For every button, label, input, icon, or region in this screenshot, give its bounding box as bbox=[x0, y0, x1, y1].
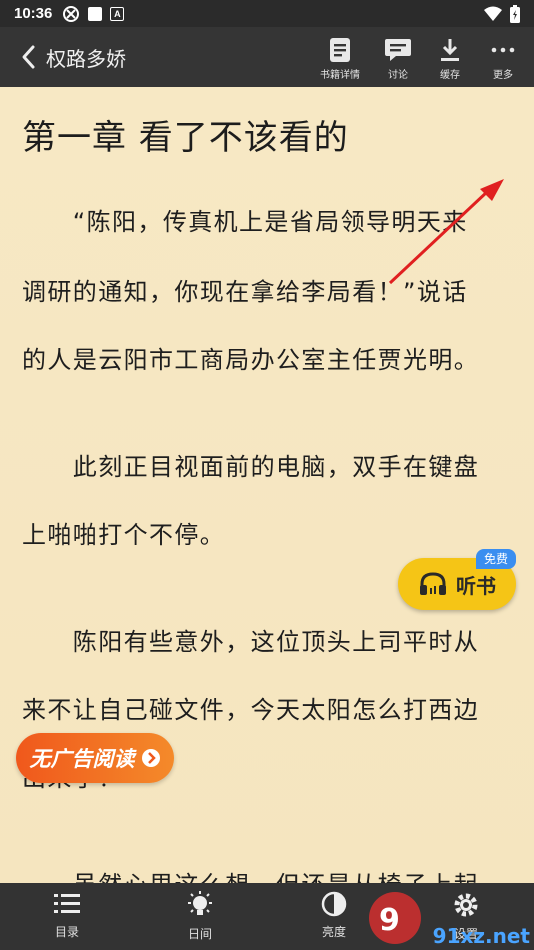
free-badge: 免费 bbox=[476, 549, 516, 569]
book-details-button[interactable]: 书籍详情 bbox=[314, 33, 366, 85]
book-details-label: 书籍详情 bbox=[320, 70, 360, 81]
chapter-title: 第一章 看了不该看的 bbox=[22, 118, 349, 158]
app-a-icon: A bbox=[110, 6, 125, 21]
catalog-label: 目录 bbox=[54, 925, 79, 939]
no-ad-reading-label: 无广告阅读 bbox=[29, 747, 135, 771]
wifi-icon bbox=[484, 6, 502, 21]
more-icon bbox=[491, 47, 515, 53]
text-line: 此刻正目视面前的电脑，双手在键盘 bbox=[22, 453, 480, 481]
bottom-nav: 目录 日间 亮度 设置 9 91xz.net bbox=[0, 883, 534, 950]
discussion-button[interactable]: 讨论 bbox=[372, 33, 424, 85]
brightness-label: 亮度 bbox=[321, 925, 346, 939]
book-details-icon bbox=[330, 38, 350, 62]
svg-text:9: 9 bbox=[379, 903, 400, 938]
back-arrow-icon[interactable] bbox=[18, 43, 40, 71]
chevron-right-circle-icon bbox=[141, 749, 160, 767]
day-mode-icon bbox=[188, 891, 212, 915]
text-line: 上啪啪打个不停。 bbox=[22, 521, 226, 549]
cache-label: 缓存 bbox=[440, 70, 460, 81]
app-notification-icon bbox=[63, 5, 80, 22]
app-square-icon bbox=[88, 6, 103, 21]
status-bar: 10:36 A bbox=[0, 0, 534, 27]
chat-icon bbox=[385, 39, 411, 61]
text-line: 陈阳有些意外，这位顶头上司平时从 bbox=[22, 628, 480, 656]
brightness-button[interactable]: 亮度 bbox=[294, 891, 374, 940]
red-arrow-annotation bbox=[388, 179, 504, 285]
settings-icon bbox=[454, 893, 478, 917]
watermark-text: 91xz.net bbox=[432, 924, 530, 948]
day-mode-label: 日间 bbox=[187, 927, 212, 941]
discussion-label: 讨论 bbox=[388, 70, 408, 81]
brightness-icon bbox=[321, 891, 347, 917]
day-mode-button[interactable]: 日间 bbox=[160, 891, 240, 942]
text-line: 虽然心里这么想，但还是从椅子上起 bbox=[22, 865, 479, 883]
watermark-logo-icon: 9 bbox=[369, 892, 421, 944]
more-label: 更多 bbox=[493, 70, 513, 81]
more-button[interactable]: 更多 bbox=[477, 33, 529, 85]
site-watermark: 9 91xz.net bbox=[369, 892, 530, 948]
listen-book-label: 听书 bbox=[456, 573, 496, 598]
list-icon bbox=[54, 894, 80, 913]
book-title: 权路多娇 bbox=[46, 47, 126, 71]
headphones-icon bbox=[420, 572, 446, 595]
catalog-button[interactable]: 目录 bbox=[27, 891, 107, 940]
download-icon bbox=[441, 39, 459, 61]
no-ad-reading-button[interactable]: 无广告阅读 bbox=[16, 733, 174, 783]
battery-icon bbox=[510, 5, 520, 23]
cache-button[interactable]: 缓存 bbox=[424, 33, 476, 85]
reader-toolbar: 权路多娇 书籍详情 讨论 缓存 更多 bbox=[0, 27, 534, 87]
text-line: 的人是云阳市工商局办公室主任贾光明。 bbox=[22, 346, 480, 374]
status-time: 10:36 bbox=[14, 5, 53, 22]
text-line: 来不让自己碰文件，今天太阳怎么打西边 bbox=[22, 696, 480, 724]
